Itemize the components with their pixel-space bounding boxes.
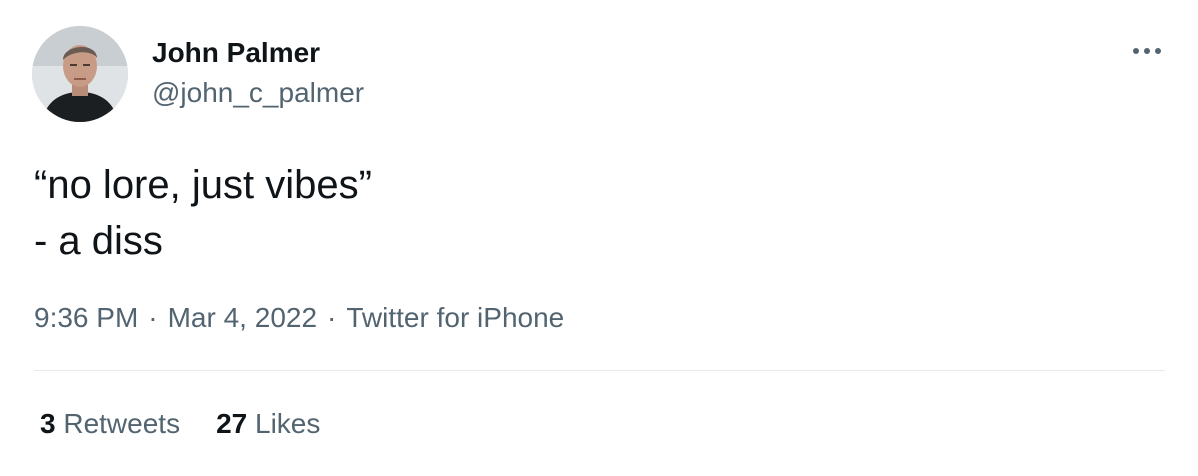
tweet-source[interactable]: Twitter for iPhone: [346, 302, 564, 333]
likes-label: Likes: [255, 408, 321, 439]
avatar-photo: [32, 26, 128, 122]
tweet-metadata: 9:36 PM · Mar 4, 2022 · Twitter for iPhone: [34, 300, 564, 336]
author-handle[interactable]: @john_c_palmer: [152, 76, 364, 110]
tweet-card: John Palmer @john_c_palmer “no lore, jus…: [0, 0, 1198, 476]
tweet-text: “no lore, just vibes” - a diss: [34, 163, 372, 263]
engagement-stats: 3 Retweets 27 Likes: [40, 406, 356, 442]
likes-stat[interactable]: 27 Likes: [216, 406, 320, 442]
retweets-stat[interactable]: 3 Retweets: [40, 406, 180, 442]
retweets-label: Retweets: [63, 408, 181, 439]
meta-separator: ·: [327, 302, 337, 333]
more-horizontal-icon: [1133, 48, 1161, 54]
avatar[interactable]: [32, 26, 128, 122]
more-options-button[interactable]: [1130, 38, 1164, 64]
tweet-date[interactable]: Mar 4, 2022: [168, 302, 317, 333]
author-display-name[interactable]: John Palmer: [152, 36, 364, 70]
tweet-time[interactable]: 9:36 PM: [34, 302, 138, 333]
retweets-count: 3: [40, 408, 56, 439]
meta-separator: ·: [148, 302, 158, 333]
likes-count: 27: [216, 408, 248, 439]
divider: [34, 370, 1165, 371]
author-info: John Palmer @john_c_palmer: [152, 36, 364, 110]
